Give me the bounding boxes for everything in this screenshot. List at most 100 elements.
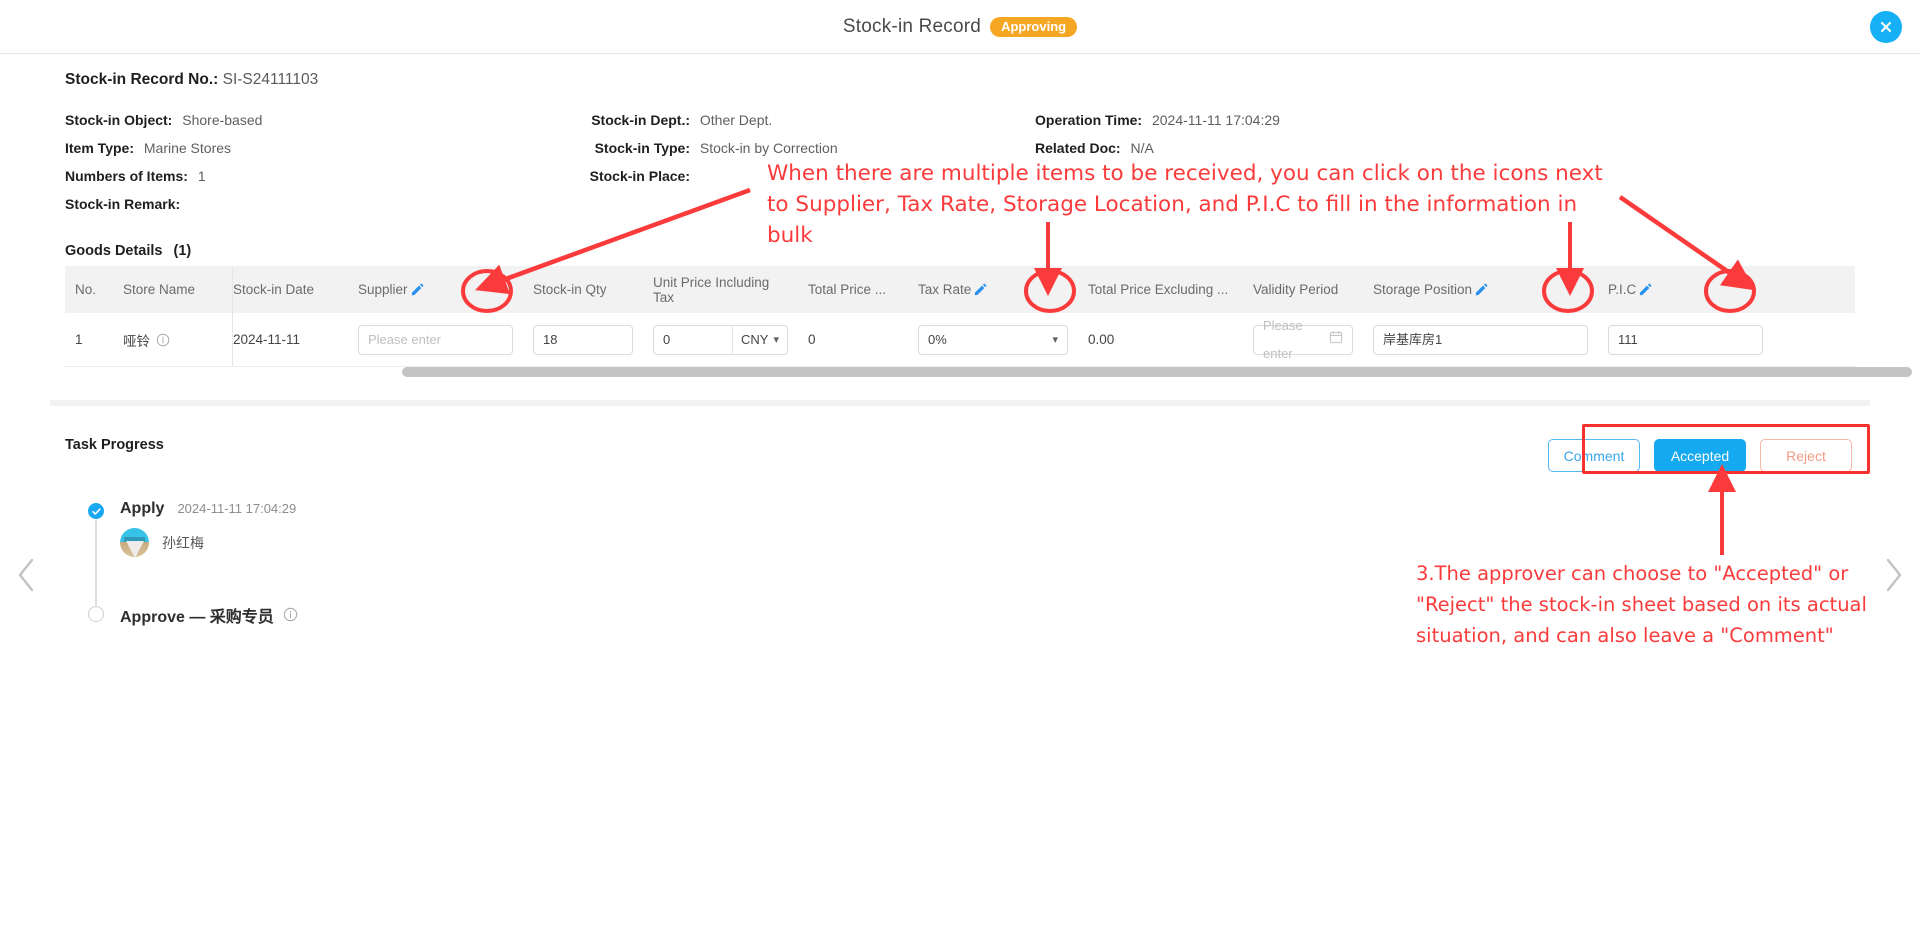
task-progress-title: Task Progress [65, 437, 164, 453]
storage-position-input[interactable]: 岸基库房1 [1373, 324, 1588, 355]
cell-stock-in-date: 2024-11-11 [233, 332, 301, 347]
pending-circle-icon [88, 606, 104, 622]
field-label: Stock-in Remark: [65, 196, 181, 212]
next-record-button[interactable] [1876, 555, 1910, 599]
chevron-left-icon [14, 556, 40, 599]
info-column-middle: Stock-in Dept.: Other Dept. Stock-in Typ… [545, 106, 845, 190]
col-header-storage-position: Storage Position [1363, 282, 1598, 297]
field-value: N/A [1130, 140, 1154, 156]
col-header-total-price-excl: Total Price Excluding ... [1088, 282, 1229, 297]
field-value: Shore-based [182, 112, 263, 128]
field-numbers-of-items: Numbers of Items: 1 [65, 162, 262, 190]
info-icon[interactable] [156, 333, 170, 347]
field-operation-time: Operation Time: 2024-11-11 17:04:29 [1035, 106, 1435, 134]
calendar-icon [1329, 326, 1343, 354]
cell-unit-price-incl-tax: 0 CNY ▾ [643, 324, 798, 355]
goods-details-title: Goods Details (1) [65, 243, 191, 259]
unit-price-group: 0 CNY ▾ [653, 324, 788, 355]
task-progress-timeline: Apply 2024-11-11 17:04:29 孙红梅 Approve — … [88, 500, 788, 627]
info-column-right: Operation Time: 2024-11-11 17:04:29 Rela… [1035, 106, 1435, 162]
field-stock-in-place: Stock-in Place: [545, 162, 845, 190]
field-value: Stock-in by Correction [699, 140, 838, 156]
bulk-edit-pic-icon[interactable] [1638, 282, 1653, 297]
col-header-supplier-label: Supplier [358, 282, 408, 297]
supplier-input[interactable]: Please enter [358, 324, 513, 355]
tax-rate-value: 0% [928, 332, 947, 347]
prev-record-button[interactable] [10, 555, 44, 599]
field-item-type: Item Type: Marine Stores [65, 134, 262, 162]
scrollbar-thumb[interactable] [402, 367, 1912, 377]
col-header-supplier: Supplier [348, 282, 523, 297]
avatar [120, 528, 149, 557]
field-label: Numbers of Items: [65, 168, 188, 184]
timeline-step-approve: Approve — 采购专员 [88, 603, 788, 627]
field-label: Stock-in Object: [65, 112, 173, 128]
cell-no: 1 [75, 332, 83, 347]
frozen-column-separator [232, 266, 233, 367]
timeline-step-apply: Apply 2024-11-11 17:04:29 孙红梅 [88, 500, 788, 557]
info-icon[interactable] [283, 607, 298, 622]
col-header-total-price: Total Price ... [808, 282, 887, 297]
annotation-note-3: 3.The approver can choose to "Accepted" … [1416, 562, 1867, 647]
cell-supplier: Please enter [348, 324, 523, 355]
cell-total-price: 0 [798, 332, 908, 347]
validity-period-input[interactable]: Please enter [1253, 318, 1353, 361]
record-number: Stock-in Record No.: SI-S24111103 [65, 71, 318, 89]
cell-store-name-text: 哑铃 [123, 333, 150, 349]
accepted-button[interactable]: Accepted [1654, 439, 1746, 472]
section-divider [50, 400, 1870, 406]
field-stock-in-dept: Stock-in Dept.: Other Dept. [545, 106, 845, 134]
col-header-stock-in-qty: Stock-in Qty [533, 282, 607, 297]
comment-button[interactable]: Comment [1548, 439, 1640, 472]
cell-tax-rate: 0% ▾ [908, 324, 1078, 355]
modal-header: Stock-in Record Approving [0, 0, 1920, 54]
bulk-edit-storage-position-icon[interactable] [1474, 282, 1489, 297]
cell-pic: 111 [1598, 324, 1773, 355]
field-label: Stock-in Place: [589, 168, 690, 184]
close-button[interactable] [1870, 11, 1902, 43]
field-value: 2024-11-11 17:04:29 [1151, 112, 1280, 128]
tax-rate-select[interactable]: 0% ▾ [918, 324, 1068, 355]
bulk-edit-supplier-icon[interactable] [410, 282, 425, 297]
total-price-excl-value: 0.00 [1088, 332, 1115, 347]
table-header-row: No. Store Name Stock-in Date Supplier St… [65, 266, 1855, 313]
field-label: Stock-in Dept.: [591, 112, 690, 128]
timeline-step-name: Approve — 采购专员 [120, 609, 274, 626]
col-header-unit-price-incl-tax: Unit Price Including Tax [653, 274, 770, 305]
field-value: 1 [197, 168, 206, 184]
total-price-value: 0 [808, 332, 816, 347]
table-row: 1 哑铃 2024-11-11 Please enter 18 0 CNY ▾ … [65, 313, 1855, 367]
bulk-edit-tax-rate-icon[interactable] [973, 282, 988, 297]
field-value: Marine Stores [143, 140, 232, 156]
record-number-value: SI-S24111103 [222, 71, 319, 88]
stock-in-qty-input[interactable]: 18 [533, 324, 633, 355]
info-column-left: Stock-in Object: Shore-based Item Type: … [65, 106, 262, 218]
reject-button[interactable]: Reject [1760, 439, 1852, 472]
field-label: Related Doc: [1035, 140, 1121, 156]
goods-details-count: (1) [173, 243, 192, 259]
currency-select[interactable]: CNY ▾ [732, 324, 788, 355]
col-header-tax-rate: Tax Rate [908, 282, 1078, 297]
table-horizontal-scrollbar[interactable] [65, 367, 1912, 377]
currency-value: CNY [741, 332, 769, 347]
unit-price-input[interactable]: 0 [653, 324, 733, 355]
close-icon [1877, 18, 1895, 36]
cell-total-price-excl: 0.00 [1078, 332, 1243, 347]
timeline-username: 孙红梅 [162, 534, 204, 551]
pic-input[interactable]: 111 [1608, 324, 1763, 355]
field-label: Operation Time: [1035, 112, 1143, 128]
col-header-pic-label: P.I.C [1608, 282, 1637, 297]
col-header-no: No. [75, 282, 97, 297]
validity-period-placeholder: Please enter [1263, 317, 1303, 361]
page-title: Stock-in Record [842, 16, 982, 37]
cell-validity-period: Please enter [1243, 318, 1363, 361]
chevron-right-icon [1880, 556, 1906, 599]
field-stock-in-remark: Stock-in Remark: [65, 190, 262, 218]
modal-title-wrap: Stock-in Record Approving [0, 0, 1920, 54]
timeline-step-user: 孙红梅 [120, 528, 788, 557]
goods-details-label: Goods Details [65, 243, 163, 259]
chevron-down-icon: ▾ [773, 334, 779, 346]
col-header-pic: P.I.C [1598, 282, 1773, 297]
chevron-down-icon: ▾ [1052, 334, 1058, 346]
cell-stock-in-qty: 18 [523, 324, 643, 355]
